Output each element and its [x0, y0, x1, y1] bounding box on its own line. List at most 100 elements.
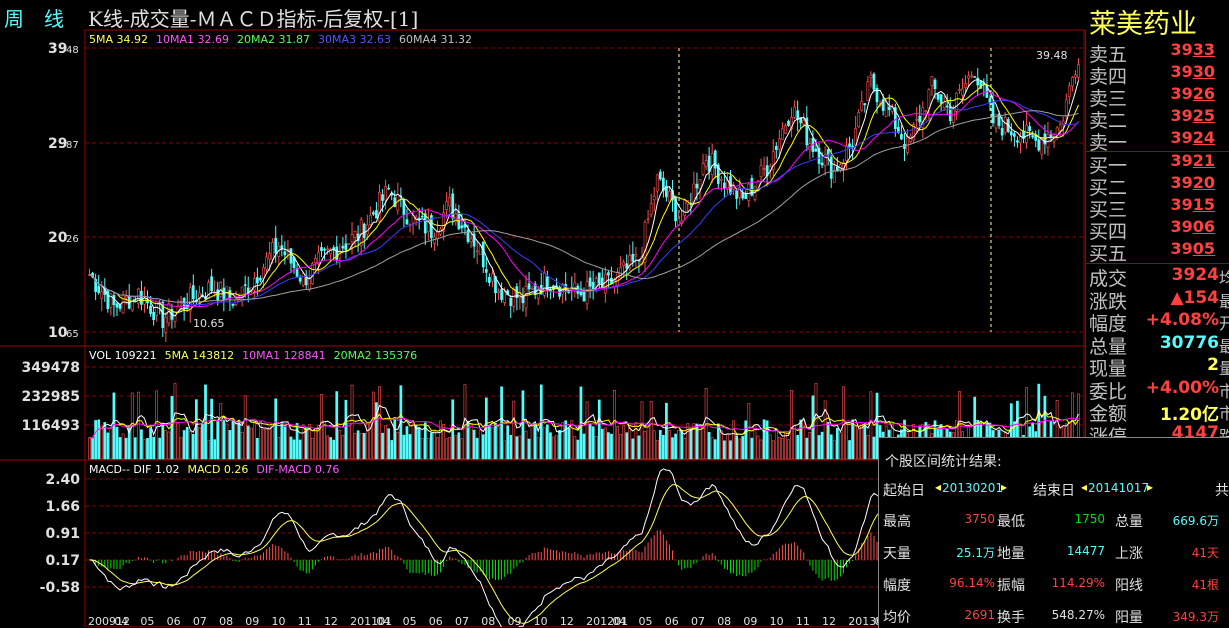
volume-bar [481, 434, 485, 460]
end-date-prev[interactable]: ◂ [1081, 480, 1087, 494]
volume-bar [713, 439, 717, 460]
volume-bar [176, 423, 180, 460]
candle-body [832, 169, 836, 183]
volume-bar [124, 437, 128, 460]
vol-y-tick-label: 349478 [22, 360, 80, 376]
candle-body [307, 278, 311, 290]
candle-body [368, 214, 372, 225]
volume-bar [326, 435, 329, 460]
end-date-label: 结束日 [1033, 483, 1075, 499]
volume-bar [268, 426, 271, 460]
candle-body [942, 101, 946, 108]
volume-bar [613, 390, 616, 460]
candle-body [964, 83, 967, 88]
volume-bar [668, 429, 671, 460]
stat-row: 幅度 +4.08% 开 [1089, 309, 1229, 335]
quote-row[interactable]: 买四 3906 [1089, 217, 1229, 243]
legend-item: MACD 0.26 [187, 463, 249, 476]
popup-stat-label: 换手 [997, 610, 1025, 626]
quote-row[interactable]: 买五 3905 [1089, 239, 1229, 265]
volume-bar [372, 391, 375, 460]
quote-row[interactable]: 买二 3920 [1089, 173, 1229, 199]
volume-bar [530, 423, 534, 460]
end-date-next[interactable]: ▸ [1147, 480, 1153, 494]
volume-bar [219, 403, 223, 460]
quote-price-int: 39 [1170, 40, 1193, 59]
quote-price: 3906 [1170, 217, 1215, 236]
volume-bar [420, 437, 424, 460]
candle-body [735, 190, 738, 199]
volume-bar [716, 423, 720, 460]
volume-bar [384, 425, 387, 460]
candle-body [481, 241, 485, 268]
candle-body [207, 282, 210, 299]
main-legend: 5MA 34.92 10MA1 32.69 20MA2 31.87 30MA3 32.… [89, 33, 480, 46]
volume-bar [829, 434, 833, 460]
volume-bar [622, 425, 626, 460]
quote-row[interactable]: 卖二 3925 [1089, 106, 1229, 132]
popup-stat-value: 3750 [964, 512, 995, 526]
popup-stat-value: 41根 [1191, 578, 1219, 592]
quote-row[interactable]: 卖四 3930 [1089, 62, 1229, 88]
volume-bar [433, 431, 436, 460]
candle-body [274, 238, 278, 254]
quote-price-dec: 25 [1192, 106, 1215, 125]
volume-bar [228, 430, 232, 460]
popup-stat-value: 669.6万 [1172, 514, 1219, 528]
volume-bar [246, 425, 250, 460]
x-tick-label: 12 [324, 615, 338, 627]
x-tick-label: 09 [743, 615, 757, 627]
start-date-next[interactable]: ▸ [1001, 480, 1007, 494]
end-date-value[interactable]: 20141017 [1088, 481, 1149, 495]
quote-price-int: 39 [1170, 128, 1193, 147]
volume-bar [225, 423, 229, 460]
interval-stats-popup[interactable]: 个股区间统计结果: 起始日 ◂ 20130201 ▸ 结束日 ◂ 2014101… [878, 437, 1229, 628]
quote-row[interactable]: 买三 3915 [1089, 195, 1229, 221]
candle-body [1037, 139, 1041, 151]
candle-body [970, 75, 974, 78]
volume-bar [106, 432, 110, 460]
candle-body [121, 294, 125, 314]
volume-bar [387, 428, 391, 460]
candle-body [475, 250, 479, 253]
stat-tail: 市 [1218, 404, 1229, 423]
volume-bar [280, 422, 284, 460]
volume-bar [796, 434, 800, 460]
volume-bar [185, 427, 189, 460]
stat-tail: 市 [1218, 381, 1229, 401]
volume-bar [295, 423, 299, 460]
volume-bar [643, 430, 647, 460]
volume-bar [768, 434, 772, 460]
volume-bar [277, 437, 281, 460]
y-tick-label-decimal: 87 [66, 140, 79, 151]
candle-body [796, 110, 800, 120]
popup-stat-label: 振幅 [997, 578, 1025, 594]
volume-bar [872, 436, 876, 460]
popup-stat-label: 幅度 [883, 578, 911, 594]
y-tick-label: 20 [48, 230, 68, 246]
quote-row[interactable]: 卖三 3926 [1089, 84, 1229, 110]
candle-body [594, 278, 598, 287]
start-date-prev[interactable]: ◂ [935, 480, 941, 494]
candle-body [793, 106, 796, 118]
candle-body [719, 179, 723, 181]
volume-bar [777, 436, 781, 460]
stat-value: ▲154 [1170, 287, 1219, 308]
volume-bar [454, 435, 458, 460]
quote-row[interactable]: 卖一 3924 [1089, 128, 1229, 154]
candle-body [1040, 138, 1044, 155]
volume-bar [521, 390, 525, 460]
volume-bar [518, 435, 522, 460]
volume-bar [646, 422, 650, 460]
start-date-value[interactable]: 20130201 [942, 481, 1003, 495]
volume-bar [542, 427, 546, 460]
volume-bar [118, 437, 122, 460]
quote-row[interactable]: 买一 3921 [1089, 151, 1229, 177]
volume-bar [378, 386, 381, 460]
candle-body [512, 288, 516, 307]
quote-row[interactable]: 卖五 3933 [1089, 40, 1229, 66]
volume-bar [649, 400, 653, 460]
candle-body [945, 105, 949, 108]
x-tick-label: 07 [193, 615, 207, 627]
candle-body [939, 94, 943, 104]
